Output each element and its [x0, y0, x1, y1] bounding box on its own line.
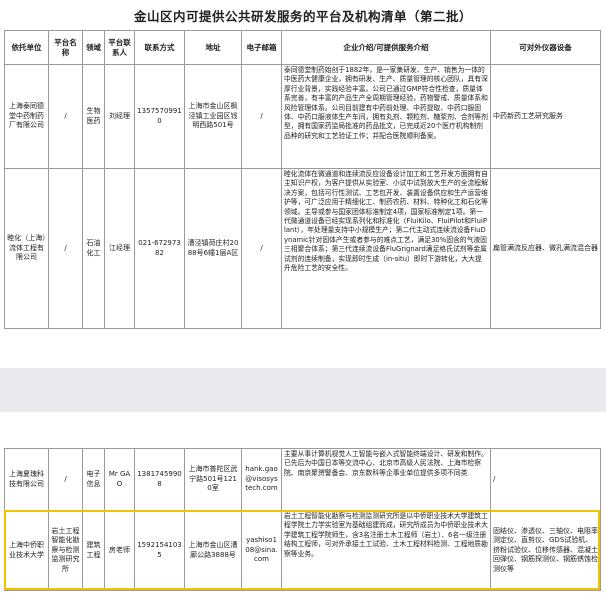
- cell-equipment: 扁管满流反应器、微孔满流混合器: [490, 168, 601, 329]
- header-equipment: 可对外仪器设备: [490, 30, 601, 65]
- cell-intro: 泰同德堂制药始创于1882年，是一家集研发、生产、销售为一体的中医药大健康企业，…: [281, 64, 491, 169]
- document-page: 金山区内可提供公共研发服务的平台及机构清单（第二批） 依托单位 平台名称 领域 …: [0, 0, 606, 596]
- cell-platform: /: [48, 168, 83, 329]
- cell-contact: 房老师: [104, 510, 135, 591]
- cell-field: 电子信息: [82, 448, 105, 511]
- platform-table-top: 依托单位 平台名称 领域 平台联系人 联系方式 地址 电子邮箱 企业介绍/可提供…: [4, 30, 601, 329]
- cell-address: 上海市金山区枫泾镇工业园区钱明西路501号: [184, 64, 242, 169]
- table-header-row: 依托单位 平台名称 领域 平台联系人 联系方式 地址 电子邮箱 企业介绍/可提供…: [4, 30, 601, 65]
- table-row: 睦化（上海）流体工程有限公司 / 石油化工 江经理 021-67297382 漕…: [4, 168, 601, 329]
- cell-phone: 021-67297382: [134, 168, 185, 329]
- header-address: 地址: [184, 30, 242, 65]
- table-row: 上海夏瑰科技有限公司 / 电子信息 Mr GAO 13817459908 上海市…: [4, 448, 601, 511]
- header-unit: 依托单位: [4, 30, 49, 65]
- cell-contact: 刘经理: [104, 64, 135, 169]
- cell-intro: 睦化流体在微通道和连续流反应设备设计加工和工艺开发方面拥有自主知识产权，为客户提…: [281, 168, 491, 329]
- header-intro: 企业介绍/可提供服务介绍: [281, 30, 491, 65]
- header-contact: 平台联系人: [104, 30, 135, 65]
- cell-equipment: /: [490, 448, 601, 511]
- table-row: 上海泰同德堂中药制药厂有限公司 / 生物医药 刘经理 13575709910 上…: [4, 64, 601, 169]
- cell-phone: 15921541035: [134, 510, 185, 591]
- header-platform: 平台名称: [48, 30, 83, 65]
- cell-email: hank.gao@visosystech.com: [241, 448, 282, 511]
- cell-email: /: [241, 168, 282, 329]
- cell-unit: 上海中侨职业技术大学: [4, 510, 49, 591]
- table-row: 上海中侨职业技术大学 岩土工程智能化勘察与检测监测研究所 建筑工程 房老师 15…: [4, 510, 601, 591]
- cell-email: yashiso108@sina.com: [241, 510, 282, 591]
- document-sheet-top: 金山区内可提供公共研发服务的平台及机构清单（第二批） 依托单位 平台名称 领域 …: [0, 0, 606, 368]
- cell-field: 石油化工: [82, 168, 105, 329]
- cell-platform: 岩土工程智能化勘察与检测监测研究所: [48, 510, 83, 591]
- cell-intro: 主要从事计算机视觉人工智能与嵌入式智能终端设计、研发和制作。已先后为中国日本等交…: [281, 448, 491, 511]
- cell-phone: 13575709910: [134, 64, 185, 169]
- page-gap: [0, 368, 606, 412]
- cell-unit: 上海夏瑰科技有限公司: [4, 448, 49, 511]
- cell-platform: /: [48, 64, 83, 169]
- cell-field: 建筑工程: [82, 510, 105, 591]
- cell-email: /: [241, 64, 282, 169]
- cell-address: 上海市普陀区武宁路501号1210室: [184, 448, 242, 511]
- cell-address: 上海市金山区漕廊公路3888号: [184, 510, 242, 591]
- header-phone: 联系方式: [134, 30, 185, 65]
- cell-phone: 13817459908: [134, 448, 185, 511]
- cell-equipment: 中药新药工艺研究服务: [490, 64, 601, 169]
- header-field: 领域: [82, 30, 105, 65]
- platform-table-bottom: 上海夏瑰科技有限公司 / 电子信息 Mr GAO 13817459908 上海市…: [4, 448, 601, 591]
- cell-unit: 上海泰同德堂中药制药厂有限公司: [4, 64, 49, 169]
- cell-address: 漕泾镇荷庄村2088号6幢1层A区: [184, 168, 242, 329]
- cell-intro: 岩土工程智能化勘察与检测监测研究所是以中侨职业技术大学建筑工程学院土力学实验室为…: [281, 510, 491, 591]
- cell-equipment: 固结仪、渗透仪、三轴仪、电阻率测定仪、直剪仪、GDS试验机、挤粉试验仪、位移传感…: [490, 510, 601, 591]
- cell-contact: Mr GAO: [104, 448, 135, 511]
- cell-unit: 睦化（上海）流体工程有限公司: [4, 168, 49, 329]
- cell-contact: 江经理: [104, 168, 135, 329]
- cell-field: 生物医药: [82, 64, 105, 169]
- document-title: 金山区内可提供公共研发服务的平台及机构清单（第二批）: [133, 9, 472, 24]
- cell-platform: /: [48, 448, 83, 511]
- header-email: 电子邮箱: [241, 30, 282, 65]
